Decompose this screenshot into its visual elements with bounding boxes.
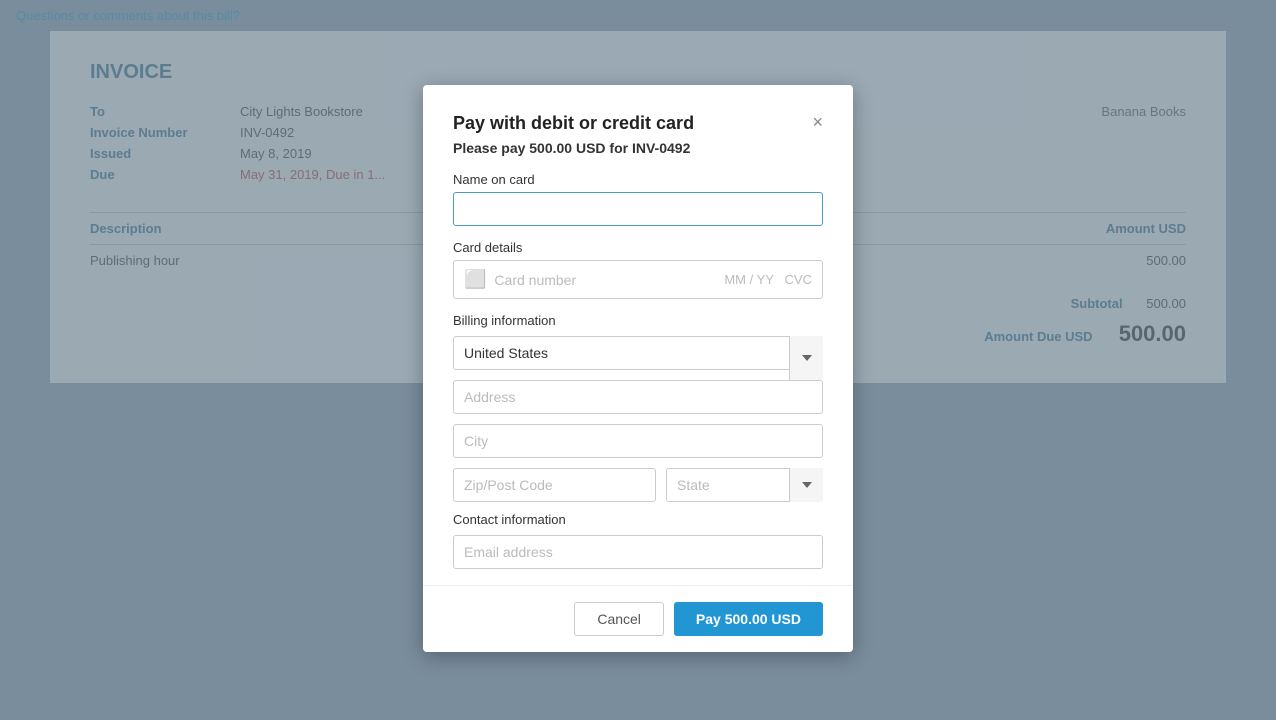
state-select-wrapper: State California New York Texas — [666, 468, 823, 502]
modal-subtitle: Please pay 500.00 USD for INV-0492 — [453, 140, 823, 156]
zip-input[interactable] — [453, 468, 656, 502]
modal-header: Pay with debit or credit card × — [453, 113, 823, 134]
payment-modal: Pay with debit or credit card × Please p… — [423, 85, 853, 652]
modal-title: Pay with debit or credit card — [453, 113, 694, 134]
card-number-placeholder: Card number — [494, 272, 716, 288]
email-input[interactable] — [453, 535, 823, 569]
card-details-label: Card details — [453, 240, 823, 255]
name-on-card-input[interactable] — [453, 192, 823, 226]
city-input[interactable] — [453, 424, 823, 458]
card-chip-icon: ⬜ — [464, 269, 486, 290]
pay-button[interactable]: Pay 500.00 USD — [674, 602, 823, 636]
billing-label: Billing information — [453, 313, 823, 328]
modal-close-button[interactable]: × — [812, 113, 823, 131]
state-select[interactable]: State California New York Texas — [666, 468, 823, 502]
card-details-container[interactable]: ⬜ Card number MM / YY CVC — [453, 260, 823, 299]
card-expiry-cvc: MM / YY CVC — [724, 272, 812, 287]
contact-label: Contact information — [453, 512, 823, 527]
address-input[interactable] — [453, 380, 823, 414]
cancel-button[interactable]: Cancel — [574, 602, 664, 636]
country-select[interactable]: United States Canada United Kingdom Aust… — [453, 336, 823, 370]
country-select-wrapper: United States Canada United Kingdom Aust… — [453, 336, 823, 380]
zip-state-row: State California New York Texas — [453, 468, 823, 502]
modal-footer: Cancel Pay 500.00 USD — [423, 585, 853, 652]
name-on-card-label: Name on card — [453, 172, 823, 187]
